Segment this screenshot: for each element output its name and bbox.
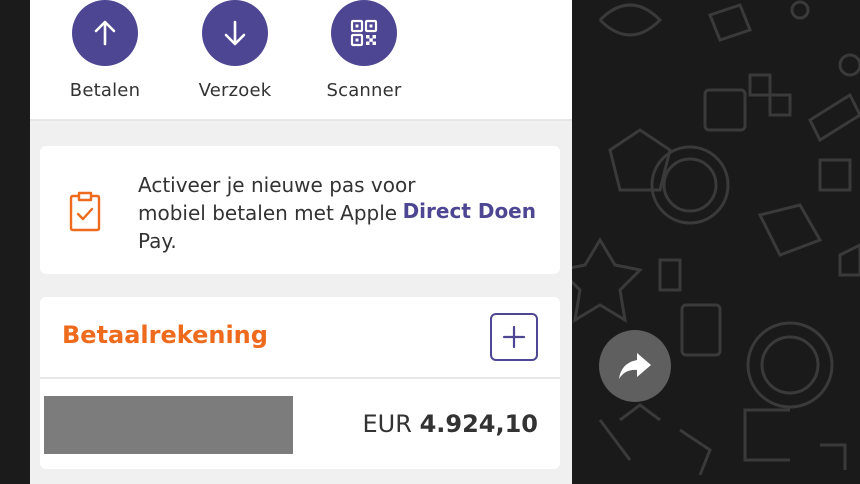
promo-text: Activeer je nieuwe pas voor mobiel betal…	[138, 173, 416, 253]
scanner-button-label: Scanner	[326, 80, 402, 101]
balance-amount: 4.924,10	[419, 410, 538, 438]
share-arrow-icon	[619, 353, 651, 379]
checking-account-card: Betaalrekening EUR 4.924,10	[40, 297, 560, 469]
balance-currency: EUR	[362, 410, 412, 438]
account-title: Betaalrekening	[62, 321, 268, 349]
banking-app-panel: Betalen Verzoek Scanner Activeer je nieu…	[30, 0, 572, 484]
scanner-button-circle	[331, 0, 397, 66]
plus-icon	[502, 325, 526, 349]
add-account-button[interactable]	[490, 313, 538, 361]
request-button[interactable]: Verzoek	[175, 0, 295, 110]
request-button-label: Verzoek	[198, 80, 272, 101]
redacted-account-number	[44, 396, 293, 454]
pay-button[interactable]: Betalen	[45, 0, 165, 110]
apple-pay-promo-card: Activeer je nieuwe pas voor mobiel betal…	[40, 146, 560, 274]
clipboard-check-icon	[69, 191, 101, 232]
direct-doen-link[interactable]: Direct Doen	[403, 199, 536, 223]
quick-actions-bar: Betalen Verzoek Scanner	[30, 0, 572, 121]
request-button-circle	[202, 0, 268, 66]
scanner-button[interactable]: Scanner	[304, 0, 424, 110]
account-divider	[40, 377, 560, 379]
pay-button-circle	[72, 0, 138, 66]
qr-code-icon	[350, 19, 378, 47]
arrow-down-icon	[224, 20, 246, 46]
left-edge-strip	[0, 0, 30, 484]
account-balance[interactable]: EUR 4.924,10	[363, 410, 538, 438]
arrow-up-icon	[94, 20, 116, 46]
pay-button-label: Betalen	[69, 80, 141, 101]
share-button[interactable]	[599, 330, 671, 402]
